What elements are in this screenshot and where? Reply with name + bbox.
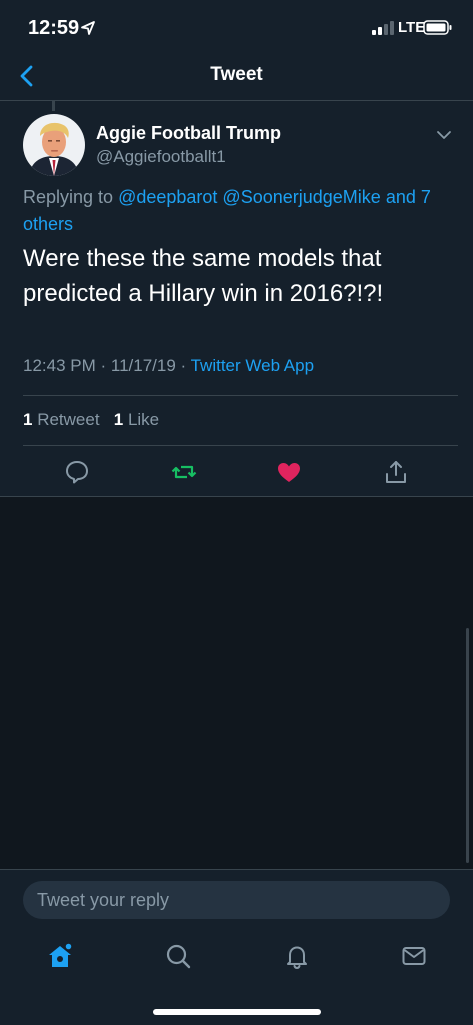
likes-stat[interactable]: 1 Like <box>114 410 159 429</box>
tweet-meta: 12:43 PM · 11/17/19 · Twitter Web App <box>23 356 314 376</box>
home-icon[interactable] <box>46 942 74 970</box>
tweet-source-link[interactable]: Twitter Web App <box>191 356 314 375</box>
retweets-stat[interactable]: 1 Retweet <box>23 410 100 429</box>
reply-input[interactable] <box>23 881 450 919</box>
retweet-label: Retweet <box>37 410 100 429</box>
signal-icon <box>372 21 394 35</box>
replying-to-label: Replying to <box>23 187 119 207</box>
heart-icon[interactable] <box>275 458 303 486</box>
page-title: Tweet <box>210 64 263 85</box>
header-divider <box>0 100 473 101</box>
author-display-name[interactable]: Aggie Football Trump <box>96 123 281 144</box>
header-bar: Tweet <box>0 54 473 100</box>
engagement-stats: 1 Retweet 1 Like <box>23 410 159 430</box>
tweet-text: Were these the same models that predicte… <box>23 245 384 307</box>
replying-to-line: Replying to @deepbarot @SoonerjudgeMike … <box>23 184 453 238</box>
retweet-icon[interactable] <box>170 458 198 486</box>
location-arrow-icon <box>81 21 95 35</box>
divider <box>23 395 458 396</box>
status-time: 12:59 <box>28 17 80 39</box>
like-label: Like <box>127 410 160 429</box>
search-icon[interactable] <box>164 942 192 970</box>
network-label: LTE <box>398 19 426 36</box>
mention-link[interactable]: @SoonerjudgeMike <box>222 187 380 207</box>
mail-icon[interactable] <box>400 942 428 970</box>
battery-icon <box>423 20 452 35</box>
avatar-image <box>23 114 85 176</box>
mention-link[interactable]: @deepbarot <box>118 187 217 207</box>
divider <box>23 445 458 446</box>
status-bar: 12:59 LTE <box>0 0 473 54</box>
reply-icon[interactable] <box>63 458 91 486</box>
chevron-down-icon[interactable] <box>434 128 454 142</box>
retweet-count: 1 <box>23 410 33 429</box>
home-indicator[interactable] <box>153 1009 321 1015</box>
share-icon[interactable] <box>382 458 410 486</box>
like-count: 1 <box>113 410 124 429</box>
tweet-timestamp: 12:43 PM · 11/17/19 · <box>23 356 191 375</box>
bell-icon[interactable] <box>283 942 311 970</box>
empty-replies-area <box>0 497 473 869</box>
thread-connector-line <box>52 101 55 111</box>
author-handle[interactable]: @Aggiefootballt1 <box>96 147 226 167</box>
avatar[interactable] <box>23 114 85 176</box>
scrollbar[interactable] <box>466 628 469 863</box>
